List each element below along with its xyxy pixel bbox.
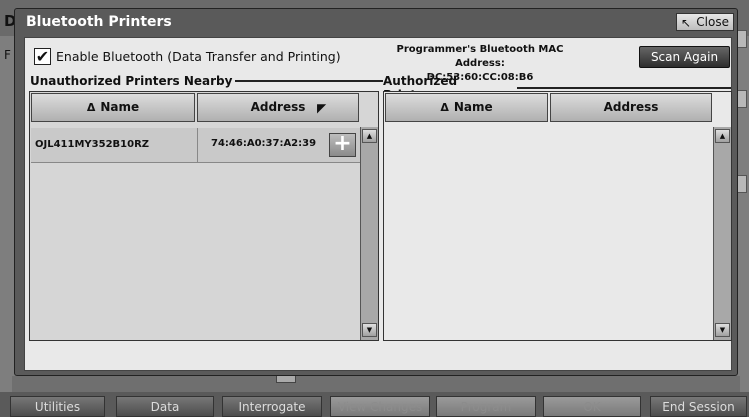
unauthorized-name-column-header[interactable]: Δ Name: [31, 93, 195, 122]
scroll-up-icon[interactable]: ▲: [362, 129, 377, 143]
unauthorized-address-column-header[interactable]: Address: [197, 93, 359, 122]
enable-bluetooth-row[interactable]: ✔ Enable Bluetooth (Data Transfer and Pr…: [34, 48, 341, 65]
table-row[interactable]: OJL411MY352B10RZ 74:46:A0:37:A2:39 +: [31, 128, 360, 163]
printer-name-cell: OJL411MY352B10RZ: [35, 139, 150, 150]
background-scroll-thumb: [276, 375, 296, 383]
unauthorized-heading-row: Unauthorized Printers Nearby: [30, 74, 384, 88]
authorized-name-column-header[interactable]: Δ Name: [385, 93, 548, 122]
section-divider: [235, 80, 384, 82]
background-side-button: [737, 175, 747, 193]
program-button[interactable]: Program: [436, 396, 536, 417]
interrogate-button[interactable]: Interrogate: [222, 396, 322, 417]
printer-address-cell: 74:46:A0:37:A2:39: [211, 138, 317, 149]
background-side-button: [737, 90, 747, 108]
background-side-button: [737, 30, 747, 48]
background-scroll-strip: [12, 376, 740, 392]
sort-ascending-icon: Δ: [86, 101, 96, 114]
cell-divider: [197, 128, 198, 163]
scroll-down-icon[interactable]: ▼: [715, 323, 730, 337]
add-printer-button[interactable]: +: [329, 133, 356, 157]
section-divider: [517, 87, 731, 89]
enable-bluetooth-checkbox[interactable]: ✔: [34, 48, 51, 65]
utilities-button[interactable]: Utilities: [10, 396, 105, 417]
view-changes-button[interactable]: View Changes: [330, 396, 430, 417]
dialog-title: Bluetooth Printers: [26, 14, 172, 30]
authorized-printers-table: Δ Name Address ▲ ▼: [383, 91, 732, 341]
data-button[interactable]: Data: [116, 396, 214, 417]
unauthorized-printers-table: Δ Name Address OJL411MY352B10RZ 74:46:A0:…: [29, 91, 379, 341]
sort-ascending-icon: Δ: [440, 101, 449, 114]
bluetooth-printers-dialog: Bluetooth Printers ↖ Close ✔ Enable Blue…: [14, 8, 738, 376]
close-label: Close: [696, 15, 729, 29]
mac-address-label: Programmer's Bluetooth MAC Address:: [396, 44, 564, 69]
unauthorized-heading: Unauthorized Printers Nearby: [30, 74, 233, 88]
name-column-label: Name: [453, 100, 493, 114]
close-button[interactable]: ↖ Close: [676, 13, 734, 31]
background-label-fragment: F: [4, 48, 11, 62]
end-session-button[interactable]: End Session: [650, 396, 747, 417]
unauthorized-scrollbar[interactable]: ▲ ▼: [360, 127, 378, 340]
ok-button[interactable]: OK: [543, 396, 641, 417]
close-arrow-icon: ↖: [681, 16, 692, 30]
enable-bluetooth-label: Enable Bluetooth (Data Transfer and Prin…: [56, 49, 341, 64]
authorized-scrollbar[interactable]: ▲ ▼: [713, 127, 731, 340]
scan-again-button[interactable]: Scan Again: [639, 46, 730, 68]
dialog-body: ✔ Enable Bluetooth (Data Transfer and Pr…: [24, 37, 732, 371]
scroll-down-icon[interactable]: ▼: [362, 323, 377, 337]
name-column-label: Name: [100, 100, 140, 114]
authorized-address-column-header[interactable]: Address: [550, 93, 712, 122]
scroll-up-icon[interactable]: ▲: [715, 129, 730, 143]
mouse-cursor-icon: ◤: [317, 101, 327, 115]
